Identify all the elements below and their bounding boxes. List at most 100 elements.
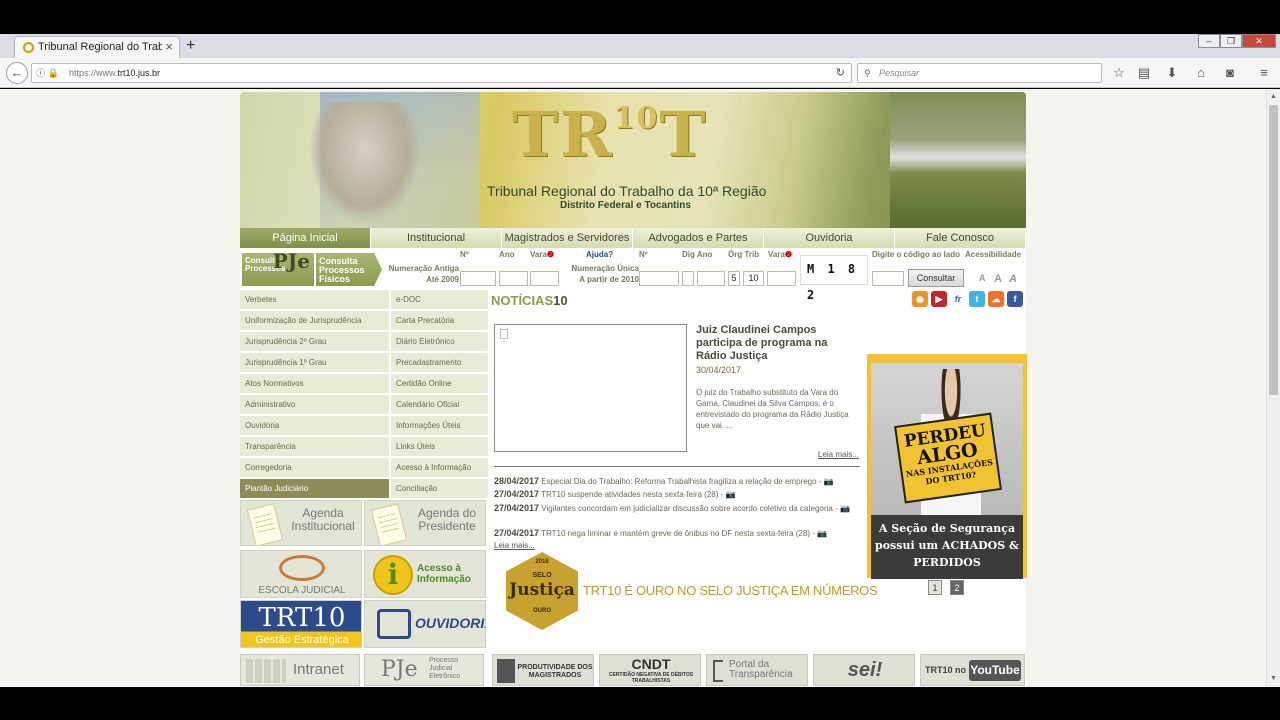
- home-icon[interactable]: ⌂: [1192, 64, 1210, 82]
- carousel-page-1[interactable]: 1: [928, 580, 942, 595]
- menu-item-institucional[interactable]: Institucional: [371, 228, 502, 248]
- nav-informacoes-uteis[interactable]: Informações Úteis: [391, 416, 488, 436]
- carousel-page-2[interactable]: 2: [950, 580, 964, 595]
- feature-news-title[interactable]: Juiz Claudinei Campos participa de progr…: [696, 324, 856, 363]
- selo-justica-badge[interactable]: 2016 SELO Justiça OURO: [506, 552, 578, 630]
- menu-item-magistrados[interactable]: Magistrados e Servidores: [502, 228, 633, 248]
- reading-list-icon[interactable]: ▤: [1135, 64, 1153, 82]
- scrollbar-thumb[interactable]: [1269, 105, 1278, 395]
- selo-justica-text[interactable]: TRT10 É OURO NO SELO JUSTIÇA EM NÚMEROS: [583, 583, 878, 598]
- cndt-link[interactable]: CNDT CERTIDÃO NEGATIVA DE DÉBITOS TRABAL…: [599, 654, 701, 686]
- menu-item-fale-conosco[interactable]: Fale Conosco: [895, 228, 1026, 248]
- intranet-link[interactable]: Intranet: [240, 654, 360, 686]
- news-item[interactable]: 27/04/2017 TRT10 suspende atividades nes…: [494, 489, 864, 500]
- consulta-pje-button[interactable]: Consulta Processos PJe: [242, 251, 314, 286]
- news-item[interactable]: 27/04/2017 Vigilantes concordam em judic…: [494, 503, 864, 514]
- nav-links-uteis[interactable]: Links Úteis: [391, 437, 488, 457]
- twitter-icon[interactable]: t: [969, 291, 985, 307]
- nav-certidao-online[interactable]: Certidão Online: [391, 374, 488, 394]
- consultar-button[interactable]: Consultar: [908, 269, 964, 287]
- browser-tab[interactable]: Tribunal Regional do Trabalh ×: [14, 36, 180, 58]
- bookmark-star-icon[interactable]: ☆: [1110, 64, 1128, 82]
- nav-administrativo[interactable]: Administrativo: [240, 395, 389, 415]
- search-input[interactable]: ⚲ Pesquisar: [857, 63, 1102, 83]
- captcha-input[interactable]: [872, 271, 904, 286]
- nav-atos-normativos[interactable]: Atos Normativos: [240, 374, 389, 394]
- pocket-icon[interactable]: ◙: [1221, 64, 1239, 82]
- nav-acesso-informacao[interactable]: Acesso à Informação: [391, 458, 488, 478]
- menu-icon[interactable]: ≡: [1255, 64, 1273, 82]
- nav-precadastramento[interactable]: Precadastramento: [391, 353, 488, 373]
- close-window-icon[interactable]: ✕: [1242, 34, 1276, 48]
- numeracao-unica-label: Numeração Única A partir de 2010: [571, 264, 639, 284]
- nav-uniformizacao[interactable]: Uniformização de Jurisprudência: [240, 311, 389, 331]
- header-banner[interactable]: TR10T Tribunal Regional do Trabalho da 1…: [240, 92, 1026, 228]
- tab-close-icon[interactable]: ×: [165, 39, 173, 54]
- menu-item-advogados[interactable]: Advogados e Partes: [633, 228, 764, 248]
- numero-antigo-input[interactable]: [460, 271, 496, 286]
- soundcloud-icon[interactable]: ☁: [988, 291, 1004, 307]
- nav-edoc[interactable]: e-DOC: [391, 290, 488, 310]
- vara-unica-input[interactable]: [767, 271, 796, 286]
- page-scrollbar[interactable]: ▲ ▼: [1266, 89, 1280, 687]
- maximize-icon[interactable]: ❐: [1220, 34, 1242, 48]
- info-icon: i: [373, 555, 413, 595]
- agenda-institucional-tile[interactable]: Agenda Institucional: [240, 500, 362, 546]
- achados-perdidos-ad[interactable]: PERDEU ALGO NAS INSTALAÇÕES DO TRT10? A …: [867, 354, 1027, 579]
- gestao-estrategica-tile[interactable]: TRT10 Gestão Estratégica: [240, 600, 362, 648]
- digito-input[interactable]: [682, 271, 694, 286]
- nav-conciliacao[interactable]: Conciliação: [391, 479, 488, 499]
- menu-item-ouvidoria[interactable]: Ouvidoria: [764, 228, 895, 248]
- orgao-input[interactable]: 5: [728, 271, 740, 286]
- escola-judicial-tile[interactable]: ESCOLA JUDICIAL: [240, 550, 362, 598]
- font-reset-button[interactable]: A: [994, 273, 1002, 285]
- consulta-fisicos-button[interactable]: Consulta Processos Físicos: [316, 253, 382, 286]
- feature-news-image[interactable]: [494, 324, 687, 452]
- produtividade-link[interactable]: PRODUTIVIDADE DOS MAGISTRADOS: [492, 654, 594, 686]
- portal-transparencia-link[interactable]: Portal da Transparência: [706, 654, 808, 686]
- minimize-icon[interactable]: –: [1198, 34, 1220, 48]
- nav-plantao[interactable]: Plantão Judiciário: [240, 479, 389, 499]
- nav-jurisprudencia-2[interactable]: Jurisprudência 2º Grau: [240, 332, 389, 352]
- ano-unico-input[interactable]: [697, 271, 725, 286]
- waterfall-image: [890, 92, 1026, 228]
- agenda-presidente-tile[interactable]: Agenda do Presidente: [364, 500, 486, 546]
- nav-transparencia[interactable]: Transparência: [240, 437, 389, 457]
- flickr-icon[interactable]: fr: [950, 291, 966, 307]
- scroll-up-icon[interactable]: ▲: [1270, 93, 1277, 100]
- pje-link[interactable]: PJe Processo Judicial Eletrônico: [364, 654, 484, 686]
- vara-antigo-input[interactable]: [530, 271, 559, 286]
- youtube-link[interactable]: TRT10 no YouTube: [920, 654, 1025, 686]
- nav-jurisprudencia-1[interactable]: Jurisprudência 1º Grau: [240, 353, 389, 373]
- ano-antigo-input[interactable]: [499, 271, 528, 286]
- nav-ouvidoria[interactable]: Ouvidoria: [240, 416, 389, 436]
- numero-unico-input[interactable]: [639, 271, 679, 286]
- tribunal-input[interactable]: 10: [743, 271, 764, 286]
- ouvidoria-tile[interactable]: OUVIDORIA: [364, 600, 486, 648]
- url-bar[interactable]: ⓘ 🔒 https://www.trt10.jus.br ↻: [31, 63, 852, 83]
- youtube-icon[interactable]: ▶: [931, 291, 947, 307]
- font-decrease-button[interactable]: A: [979, 273, 986, 283]
- nav-calendario[interactable]: Calendário Oficial: [391, 395, 488, 415]
- news-item[interactable]: 28/04/2017 Especial Dia do Trabalho: Ref…: [494, 476, 864, 487]
- sei-link[interactable]: sei!: [813, 654, 915, 686]
- scroll-down-icon[interactable]: ▼: [1270, 675, 1277, 682]
- news-read-more-link[interactable]: Leia mais...: [494, 541, 535, 550]
- download-icon[interactable]: ⬇: [1163, 64, 1181, 82]
- new-tab-icon[interactable]: +: [186, 37, 195, 55]
- reload-icon[interactable]: ↻: [836, 64, 845, 82]
- nav-verbetes[interactable]: Verbetes: [240, 290, 389, 310]
- menu-item-pagina-inicial[interactable]: Página Inicial: [240, 228, 371, 248]
- nav-carta-precatoria[interactable]: Carta Precatória: [391, 311, 488, 331]
- contrast-button[interactable]: A: [1009, 273, 1017, 285]
- facebook-icon[interactable]: f: [1007, 291, 1023, 307]
- nav-corregedoria[interactable]: Corregedoria: [240, 458, 389, 478]
- rss-icon[interactable]: ◉: [912, 291, 928, 307]
- site-info-icon[interactable]: ⓘ 🔒: [36, 64, 59, 82]
- acesso-informacao-tile[interactable]: i Acesso à Informação: [364, 550, 486, 598]
- nav-diario-eletronico[interactable]: Diário Eletrônico: [391, 332, 488, 352]
- ajuda-link[interactable]: Ajuda?: [586, 250, 613, 259]
- news-item[interactable]: 27/04/2017 TRT10 nega liminar e mantém g…: [494, 528, 864, 539]
- back-icon[interactable]: ←: [6, 62, 28, 84]
- feature-read-more-link[interactable]: Leia mais...: [818, 450, 859, 459]
